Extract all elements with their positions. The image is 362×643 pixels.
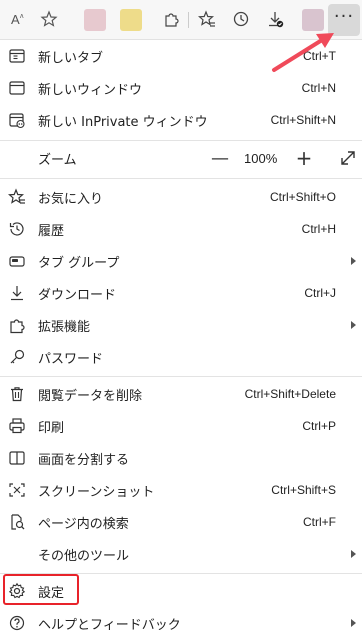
menu-item-clear-browsing-data[interactable]: 閲覧データを削除 Ctrl+Shift+Delete [0, 378, 362, 410]
menu-item-split-screen[interactable]: 画面を分割する [0, 442, 362, 474]
submenu-arrow-icon [351, 257, 356, 265]
menu-item-zoom: ズーム — 100% + [0, 142, 362, 174]
zoom-out-button[interactable]: — [210, 148, 230, 169]
menu-item-more-tools[interactable]: その他のツール [0, 538, 362, 570]
menu-item-favorites[interactable]: お気に入り Ctrl+Shift+O [0, 181, 362, 213]
extensions-icon[interactable] [158, 6, 184, 32]
submenu-arrow-icon [351, 619, 356, 627]
menu-item-new-window[interactable]: 新しいウィンドウ Ctrl+N [0, 72, 362, 104]
favorites-icon[interactable] [194, 6, 220, 32]
svg-text:A: A [11, 12, 20, 27]
star-add-icon[interactable] [36, 6, 62, 32]
read-aloud-icon[interactable]: Aʌ [6, 6, 32, 32]
find-on-page-icon [8, 513, 26, 531]
menu-item-find-on-page[interactable]: ページ内の検索 Ctrl+F [0, 506, 362, 538]
menu-item-history[interactable]: 履歴 Ctrl+H [0, 213, 362, 245]
submenu-arrow-icon [351, 321, 356, 329]
zoom-in-button[interactable]: + [294, 146, 314, 170]
toolbar-divider [188, 12, 189, 28]
menu-separator [0, 376, 362, 377]
settings-menu: 新しいタブ Ctrl+T 新しいウィンドウ Ctrl+N 新しい InPriva… [0, 40, 362, 643]
tab-groups-icon [8, 252, 26, 270]
menu-item-tab-groups[interactable]: タブ グループ [0, 245, 362, 277]
key-icon [8, 348, 26, 366]
menu-item-screenshot[interactable]: スクリーンショット Ctrl+Shift+S [0, 474, 362, 506]
menu-separator [0, 178, 362, 179]
new-tab-icon [8, 47, 26, 65]
menu-separator [0, 140, 362, 141]
screenshot-icon [8, 481, 26, 499]
inprivate-window-icon [8, 111, 26, 129]
fullscreen-icon[interactable] [338, 148, 358, 168]
menu-item-extensions[interactable]: 拡張機能 [0, 309, 362, 341]
history-icon [8, 220, 26, 238]
menu-item-downloads[interactable]: ダウンロード Ctrl+J [0, 277, 362, 309]
submenu-arrow-icon [351, 550, 356, 558]
history-icon[interactable] [228, 6, 254, 32]
menu-item-new-inprivate-window[interactable]: 新しい InPrivate ウィンドウ Ctrl+Shift+N [0, 104, 362, 136]
downloads-icon [8, 284, 26, 302]
printer-icon [8, 417, 26, 435]
split-screen-icon [8, 449, 26, 467]
menu-item-passwords[interactable]: パスワード [0, 341, 362, 373]
settings-highlight-box [3, 574, 79, 605]
zoom-level: 100% [244, 150, 278, 166]
more-icon: ··· [333, 6, 355, 27]
annotation-arrow-icon [272, 33, 334, 72]
favorites-icon [7, 188, 26, 206]
svg-text:ʌ: ʌ [20, 13, 24, 20]
blurred-extension-icon[interactable] [84, 9, 106, 31]
trash-icon [8, 385, 26, 403]
extensions-icon [8, 316, 26, 334]
menu-item-print[interactable]: 印刷 Ctrl+P [0, 410, 362, 442]
help-icon [8, 614, 26, 632]
blurred-extension-icon[interactable] [120, 9, 142, 31]
menu-item-help-and-feedback[interactable]: ヘルプとフィードバック [0, 607, 362, 639]
new-window-icon [8, 79, 26, 97]
